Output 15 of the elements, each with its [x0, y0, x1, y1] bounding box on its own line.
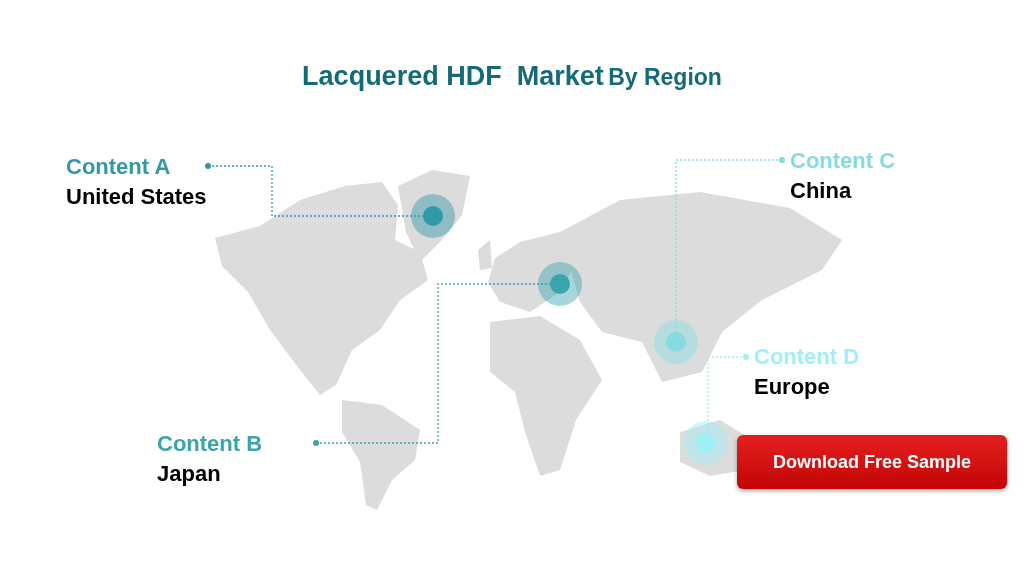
download-button[interactable]: Download Free Sample: [737, 435, 1007, 489]
callout-heading: Content B: [157, 430, 263, 458]
callout-heading: Content A: [66, 153, 172, 181]
location-marker: [654, 320, 698, 364]
region-label: United States: [66, 182, 207, 211]
location-marker: [684, 421, 728, 465]
callout-heading: Content D: [754, 343, 860, 371]
region-label: China: [790, 176, 853, 205]
title-suffix: By Region: [608, 64, 722, 90]
location-marker: [411, 194, 455, 238]
region-label: Japan: [157, 459, 222, 488]
region-label: Europe: [754, 372, 831, 401]
slide-title: Lacquered HDF Market: [302, 61, 604, 91]
callout-heading: Content C: [790, 147, 896, 175]
location-marker: [538, 262, 582, 306]
